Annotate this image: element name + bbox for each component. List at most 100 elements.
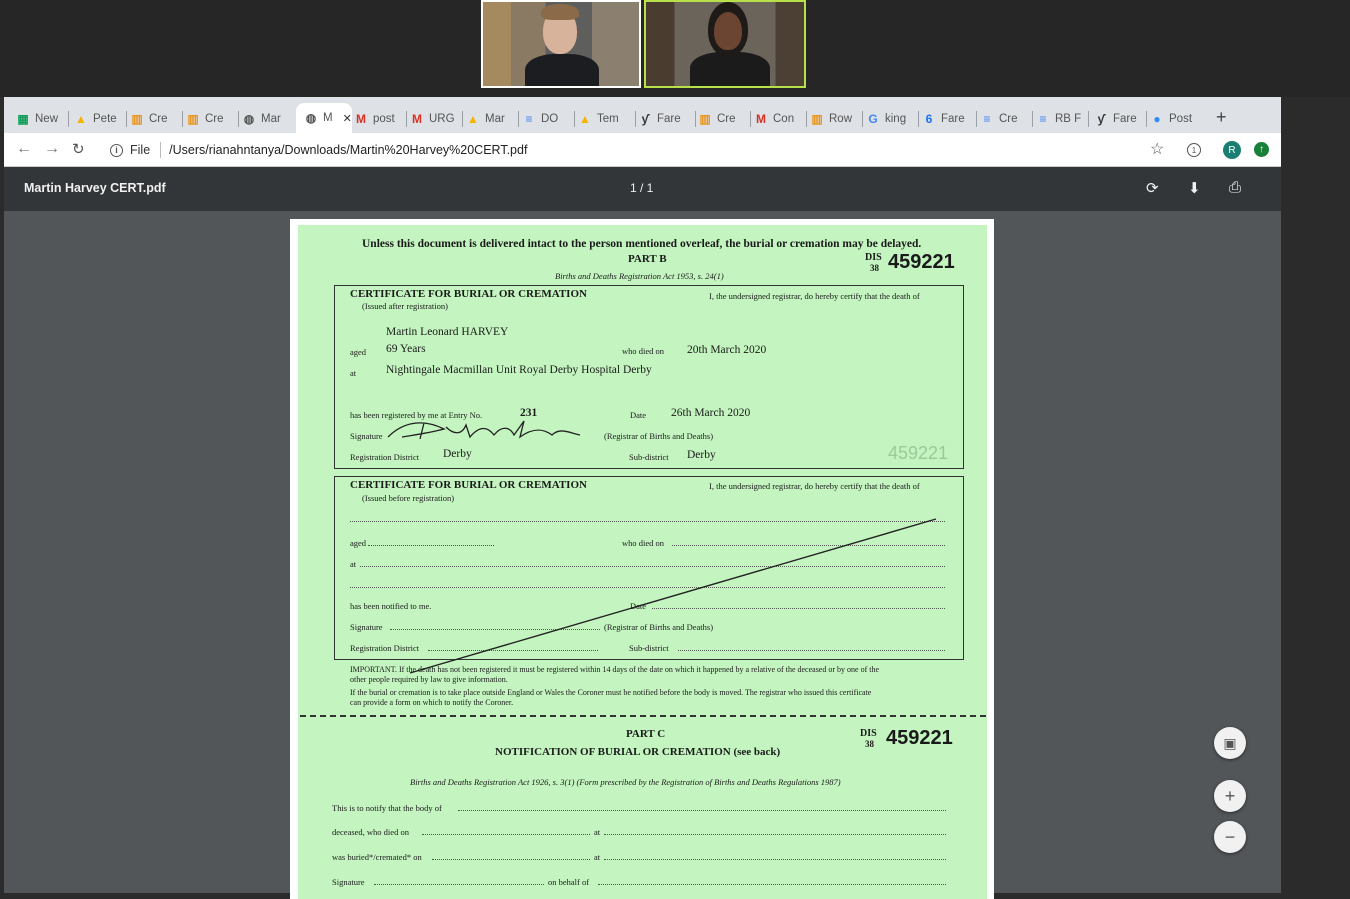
print-icon[interactable]: ⎙: [1229, 179, 1241, 196]
part-c-act: Births and Deaths Registration Act 1926,…: [410, 777, 841, 787]
tab-label: Fare: [941, 113, 965, 125]
gmail-icon: M: [356, 112, 366, 126]
tab-separator: [518, 111, 519, 127]
death-place: Nightingale Macmillan Unit Royal Derby H…: [386, 364, 652, 376]
district-label: Registration District: [350, 452, 420, 462]
tab[interactable]: ▦ New: [16, 105, 66, 133]
drive-icon: ▲: [467, 112, 479, 126]
pdf-title: Martin Harvey CERT.pdf: [24, 181, 166, 195]
part-c-at-label: at: [594, 827, 601, 837]
tab[interactable]: Gking: [866, 105, 916, 133]
close-tab-icon[interactable]: ✕: [343, 112, 352, 125]
tab-separator: [918, 111, 919, 127]
scheme-label: File: [130, 143, 151, 157]
tab-separator: [68, 111, 69, 127]
notify-body-label: This is to notify that the body of: [332, 803, 442, 813]
extension-icon[interactable]: 1: [1187, 143, 1201, 157]
bookmark-star-icon[interactable]: ☆: [1150, 139, 1164, 159]
tab[interactable]: ≡ DO: [522, 105, 572, 133]
avatar[interactable]: R: [1223, 141, 1241, 159]
tab[interactable]: ▥ Cre: [186, 105, 236, 133]
tab-active[interactable]: ◍ M ✕: [296, 103, 352, 133]
box2-subheading: (Issued before registration): [362, 493, 455, 503]
important-note: IMPORTANT. If the death has not been reg…: [350, 665, 880, 674]
docs-icon: ≡: [1039, 112, 1047, 126]
outside-note-2: can provide a form on which to notify th…: [350, 698, 514, 707]
tab[interactable]: ƴ Fare: [1094, 105, 1144, 133]
tab[interactable]: ● Post: [1150, 105, 1200, 133]
tab[interactable]: ≡ Cre: [980, 105, 1030, 133]
update-icon[interactable]: ↑: [1254, 142, 1269, 157]
died-label: who died on: [622, 346, 665, 356]
subdistrict-value: Derby: [687, 449, 716, 461]
tab[interactable]: ▥ Row: [810, 105, 860, 133]
serial-number: 459221: [888, 251, 955, 273]
tab-label: Post: [1169, 113, 1193, 125]
globe-icon: ◍: [305, 111, 317, 125]
tab[interactable]: ≡ RB F: [1036, 105, 1086, 133]
address-toolbar: ← → ↻ i File /Users/rianahntanya/Downloa…: [4, 133, 1281, 167]
forward-button[interactable]: →: [44, 140, 60, 158]
tab-label: Cre: [999, 113, 1018, 125]
outside-note: If the burial or cremation is to take pl…: [350, 688, 872, 697]
subdistrict-label: Sub-district: [629, 452, 669, 462]
tab-separator: [806, 111, 807, 127]
participant-video-2[interactable]: [644, 0, 806, 88]
new-tab-button[interactable]: +: [1216, 107, 1227, 128]
registration-date: 26th March 2020: [671, 407, 751, 419]
rotate-icon[interactable]: ⟳: [1146, 179, 1159, 197]
tab-separator: [635, 111, 636, 127]
behalf-label: on behalf of: [548, 877, 590, 887]
tab[interactable]: ƴ Fare: [638, 105, 693, 133]
divider: [160, 142, 162, 158]
reload-button[interactable]: ↻: [72, 140, 85, 158]
tab[interactable]: ▥ Cre: [130, 105, 180, 133]
tab[interactable]: ▲ Tem: [578, 105, 633, 133]
certify-text: I, the undersigned registrar, do hereby …: [709, 291, 920, 301]
zoom-out-button[interactable]: −: [1214, 821, 1246, 853]
url-text[interactable]: /Users/rianahntanya/Downloads/Martin%20H…: [169, 143, 527, 157]
tab[interactable]: Mpost: [354, 105, 404, 133]
info-icon[interactable]: i: [110, 143, 123, 157]
tab-separator: [1088, 111, 1089, 127]
sheets-icon: ▦: [17, 112, 29, 126]
fit-to-page-button[interactable]: ▣: [1214, 727, 1246, 759]
tab[interactable]: ◍ Mar: [242, 105, 292, 133]
tab-label: DO: [541, 113, 559, 125]
aged-label: aged: [350, 347, 367, 357]
tear-line: [300, 715, 986, 717]
tab[interactable]: M Con: [754, 105, 804, 133]
registrar-label: (Registrar of Births and Deaths): [604, 431, 714, 441]
tab[interactable]: ▲ Mar: [466, 105, 516, 133]
tab-separator: [462, 111, 463, 127]
address-bar[interactable]: i File /Users/rianahntanya/Downloads/Mar…: [102, 137, 1192, 163]
tab[interactable]: ▥ Cre: [698, 105, 748, 133]
buried-label: was buried*/cremated* on: [332, 852, 422, 862]
zoom-in-button[interactable]: +: [1214, 780, 1246, 812]
box2-signature-label: Signature: [350, 622, 383, 632]
tab[interactable]: M URG: [410, 105, 460, 133]
tab-strip: ▦ New ▲ Pete ▥ Cre ▥ Cre ◍ Mar ◍ M ✕ Mpost M URG ▲ Mar ≡ DO…: [4, 97, 1281, 133]
tab-label: king: [885, 113, 907, 125]
page-indicator[interactable]: 1 / 1: [630, 181, 653, 195]
handwritten-signature: [387, 420, 581, 440]
part-c-at-label-2: at: [594, 852, 601, 862]
tab-label: Tem: [597, 113, 619, 125]
dis-number: 38: [870, 263, 879, 273]
part-c-dis-number: 38: [865, 739, 874, 749]
tab-label: post: [373, 113, 395, 125]
tab[interactable]: ▲ Pete: [74, 105, 124, 133]
tab-separator: [1146, 111, 1147, 127]
tab-separator: [182, 111, 183, 127]
participant-video-1[interactable]: [481, 0, 641, 88]
globe-icon: ◍: [243, 112, 255, 126]
tab[interactable]: 6 Fare: [922, 105, 974, 133]
gmail-icon: M: [412, 112, 422, 126]
back-button[interactable]: ←: [16, 140, 32, 158]
download-icon[interactable]: ⬇: [1188, 179, 1201, 197]
tab-label: URG: [429, 113, 455, 125]
calendar-6-icon: 6: [925, 112, 933, 126]
tab-label: Cre: [717, 113, 736, 125]
signature-label: Signature: [350, 431, 383, 441]
docs-icon: ≡: [983, 112, 991, 126]
